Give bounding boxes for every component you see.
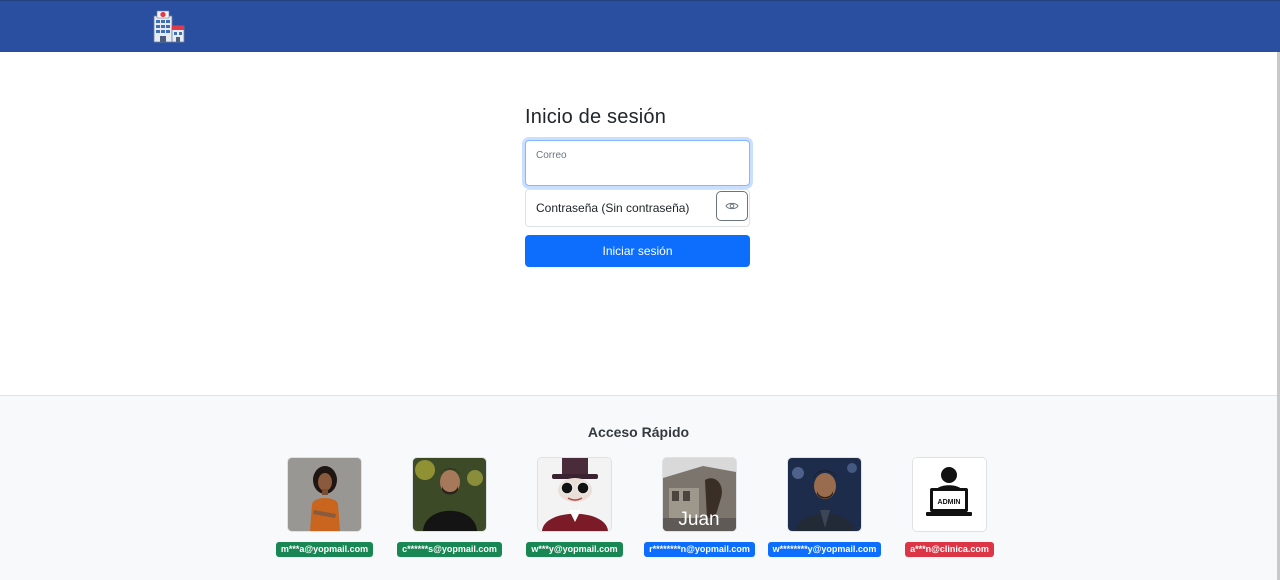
juan-photo: Juan — [663, 458, 736, 531]
user-email-badge[interactable]: w***y@yopmail.com — [526, 542, 623, 557]
quick-access-user[interactable]: Juan r********n@yopmail.com — [637, 457, 762, 557]
quick-access-user[interactable]: m***a@yopmail.com — [262, 457, 387, 557]
login-title: Inicio de sesión — [525, 106, 667, 128]
user-email-badge[interactable]: a***n@clinica.com — [905, 542, 994, 557]
email-field[interactable]: Correo — [525, 140, 750, 186]
quick-access-title: Acceso Rápido — [587, 424, 690, 440]
top-hat-character-photo — [538, 458, 611, 531]
top-navbar — [0, 0, 1280, 52]
quick-access-user[interactable]: w********y@yopmail.com — [762, 457, 887, 557]
user-avatar[interactable]: Juan — [662, 457, 737, 532]
avatar-caption: Juan — [678, 509, 719, 530]
user-email-badge[interactable]: c******s@yopmail.com — [397, 542, 502, 557]
eye-icon — [725, 202, 739, 210]
user-avatar[interactable] — [287, 457, 362, 532]
password-placeholder: Contraseña (Sin contraseña) — [536, 201, 690, 215]
admin-laptop-icon: ADMIN — [913, 458, 986, 531]
user-avatar[interactable] — [412, 457, 487, 532]
user-avatar[interactable] — [537, 457, 612, 532]
login-form: Inicio de sesión Correo Contraseña (Sin … — [525, 104, 751, 267]
quick-access-section: Acceso Rápido m***a@yopmail.com c******s… — [0, 395, 1277, 580]
woman-photo — [288, 458, 361, 531]
quick-access-user[interactable]: c******s@yopmail.com — [387, 457, 512, 557]
hospital-building-icon[interactable] — [152, 10, 186, 44]
password-field[interactable]: Contraseña (Sin contraseña) — [525, 189, 750, 227]
man-photo — [413, 458, 486, 531]
toggle-password-button[interactable] — [716, 191, 748, 221]
user-email-badge[interactable]: w********y@yopmail.com — [767, 542, 882, 557]
man-photo — [788, 458, 861, 531]
user-avatar[interactable]: ADMIN — [912, 457, 987, 532]
admin-label: ADMIN — [938, 499, 961, 506]
user-email-badge[interactable]: r********n@yopmail.com — [644, 542, 755, 557]
quick-access-user[interactable]: ADMIN a***n@clinica.com — [887, 457, 1012, 557]
user-avatar[interactable] — [787, 457, 862, 532]
email-floating-label: Correo — [536, 150, 567, 161]
quick-access-user[interactable]: w***y@yopmail.com — [512, 457, 637, 557]
user-email-badge[interactable]: m***a@yopmail.com — [275, 542, 374, 557]
email-input[interactable] — [536, 163, 736, 181]
login-submit-button[interactable]: Iniciar sesión — [525, 235, 750, 267]
